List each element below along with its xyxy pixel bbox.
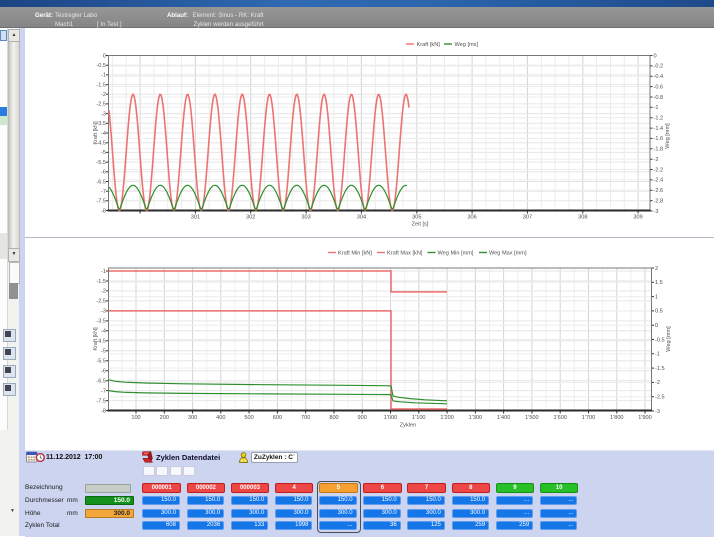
svg-text:100: 100 — [131, 415, 140, 421]
svg-text:-6.5: -6.5 — [96, 179, 106, 185]
svg-text:2: 2 — [655, 266, 658, 272]
svg-text:1'400: 1'400 — [497, 415, 511, 421]
svg-text:-8: -8 — [101, 408, 106, 414]
svg-text:-3: -3 — [101, 111, 106, 117]
svg-text:-1.5: -1.5 — [96, 82, 106, 88]
svg-text:-5: -5 — [101, 349, 106, 355]
svg-text:1.5: 1.5 — [655, 280, 663, 286]
svg-text:1'500: 1'500 — [525, 415, 539, 421]
svg-text:301: 301 — [191, 215, 200, 221]
svg-text:200: 200 — [160, 415, 169, 421]
svg-text:1'000: 1'000 — [384, 415, 398, 421]
svg-text:-0.5: -0.5 — [655, 337, 665, 343]
svg-text:0: 0 — [654, 53, 657, 59]
svg-text:308: 308 — [578, 215, 587, 221]
svg-text:1'300: 1'300 — [469, 415, 483, 421]
svg-text:-1: -1 — [654, 105, 659, 111]
svg-text:Weg [mm]: Weg [mm] — [665, 123, 671, 149]
svg-text:1'900: 1'900 — [638, 415, 652, 421]
svg-text:Kraft [kN]: Kraft [kN] — [93, 121, 99, 145]
svg-text:300: 300 — [188, 415, 197, 421]
svg-text:-2.8: -2.8 — [654, 198, 664, 204]
svg-text:-8: -8 — [101, 208, 106, 214]
svg-text:-3: -3 — [101, 309, 106, 315]
svg-text:Kraft Max [kN]: Kraft Max [kN] — [387, 251, 423, 257]
svg-text:600: 600 — [273, 415, 282, 421]
svg-text:-1.2: -1.2 — [654, 116, 664, 122]
svg-text:-7.5: -7.5 — [96, 199, 106, 205]
svg-text:-6: -6 — [101, 170, 106, 176]
svg-text:-0.6: -0.6 — [654, 84, 664, 90]
svg-text:Weg Max [mm]: Weg Max [mm] — [489, 251, 527, 257]
svg-text:-7.5: -7.5 — [96, 398, 106, 404]
svg-text:-2: -2 — [655, 380, 660, 386]
svg-text:0: 0 — [103, 53, 106, 59]
svg-text:-1.5: -1.5 — [655, 366, 665, 372]
svg-text:307: 307 — [523, 215, 532, 221]
svg-text:0: 0 — [655, 323, 658, 329]
svg-text:-1.5: -1.5 — [96, 279, 106, 285]
svg-text:-2.5: -2.5 — [96, 102, 106, 108]
svg-text:-2.6: -2.6 — [654, 188, 664, 194]
svg-text:1'800: 1'800 — [610, 415, 624, 421]
svg-text:700: 700 — [301, 415, 310, 421]
svg-text:-1: -1 — [101, 269, 106, 275]
svg-text:800: 800 — [329, 415, 338, 421]
svg-text:Kraft [kN]: Kraft [kN] — [93, 327, 99, 351]
svg-text:306: 306 — [467, 215, 476, 221]
svg-text:-7: -7 — [101, 388, 106, 394]
svg-text:-2.2: -2.2 — [654, 167, 664, 173]
svg-text:0.5: 0.5 — [655, 309, 663, 315]
svg-text:Kraft [kN]: Kraft [kN] — [417, 42, 441, 48]
svg-text:-1.8: -1.8 — [654, 147, 664, 153]
svg-text:-2.4: -2.4 — [654, 178, 664, 184]
svg-text:-1.4: -1.4 — [654, 126, 664, 132]
svg-text:-1: -1 — [655, 352, 660, 358]
svg-text:-5: -5 — [101, 150, 106, 156]
svg-text:Weg Min [mm]: Weg Min [mm] — [438, 251, 474, 257]
svg-text:400: 400 — [216, 415, 225, 421]
svg-text:1'100: 1'100 — [412, 415, 426, 421]
svg-text:-2.5: -2.5 — [96, 299, 106, 305]
svg-text:305: 305 — [412, 215, 421, 221]
svg-text:-1: -1 — [101, 73, 106, 79]
svg-text:1'200: 1'200 — [440, 415, 454, 421]
svg-text:1'700: 1'700 — [582, 415, 596, 421]
svg-text:900: 900 — [358, 415, 367, 421]
svg-text:Kraft Min [kN]: Kraft Min [kN] — [338, 251, 372, 257]
svg-text:-3.5: -3.5 — [96, 319, 106, 325]
svg-text:-3: -3 — [654, 209, 659, 215]
svg-text:-0.8: -0.8 — [654, 95, 664, 101]
svg-text:302: 302 — [246, 215, 255, 221]
svg-text:-2.5: -2.5 — [655, 395, 665, 401]
svg-text:-0.5: -0.5 — [96, 63, 106, 69]
svg-text:1: 1 — [655, 294, 658, 300]
svg-text:309: 309 — [633, 215, 642, 221]
svg-text:-4: -4 — [101, 329, 106, 335]
svg-text:500: 500 — [244, 415, 253, 421]
svg-text:-0.2: -0.2 — [654, 64, 664, 70]
svg-text:1'600: 1'600 — [553, 415, 567, 421]
svg-text:Zeit [s]: Zeit [s] — [412, 222, 429, 228]
svg-text:-0.4: -0.4 — [654, 74, 664, 80]
svg-text:Weg [ms]: Weg [ms] — [455, 42, 479, 48]
svg-text:Weg [mm]: Weg [mm] — [666, 326, 672, 352]
svg-text:-6: -6 — [101, 369, 106, 375]
svg-text:-1.6: -1.6 — [654, 136, 664, 142]
svg-text:Zyklen: Zyklen — [400, 423, 416, 429]
svg-text:-4: -4 — [101, 131, 106, 137]
svg-text:-2: -2 — [101, 92, 106, 98]
svg-text:-2: -2 — [654, 157, 659, 163]
svg-text:-3: -3 — [655, 409, 660, 415]
svg-text:-7: -7 — [101, 189, 106, 195]
svg-text:-5.5: -5.5 — [96, 160, 106, 166]
svg-text:304: 304 — [357, 215, 366, 221]
svg-text:-6.5: -6.5 — [96, 379, 106, 385]
svg-text:-2: -2 — [101, 289, 106, 295]
svg-text:-5.5: -5.5 — [96, 359, 106, 365]
svg-text:303: 303 — [301, 215, 310, 221]
